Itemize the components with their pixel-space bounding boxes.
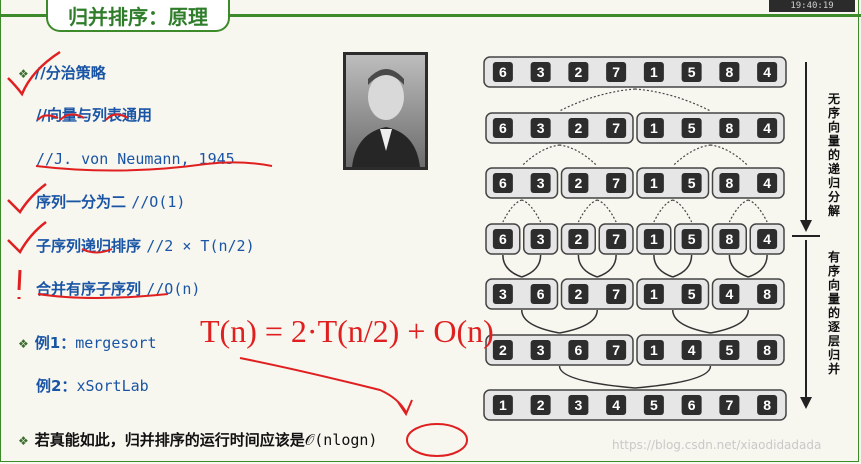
watermark: https://blog.csdn.net/xiaodidadada — [612, 438, 822, 452]
arrow-down-icon — [800, 220, 812, 232]
axis-arrowheads — [792, 220, 820, 409]
merge-label: 有序向量的逐层归并 — [827, 250, 840, 376]
arrow-down-icon — [800, 397, 812, 409]
divide-label: 无序向量的递归分解 — [827, 92, 840, 218]
